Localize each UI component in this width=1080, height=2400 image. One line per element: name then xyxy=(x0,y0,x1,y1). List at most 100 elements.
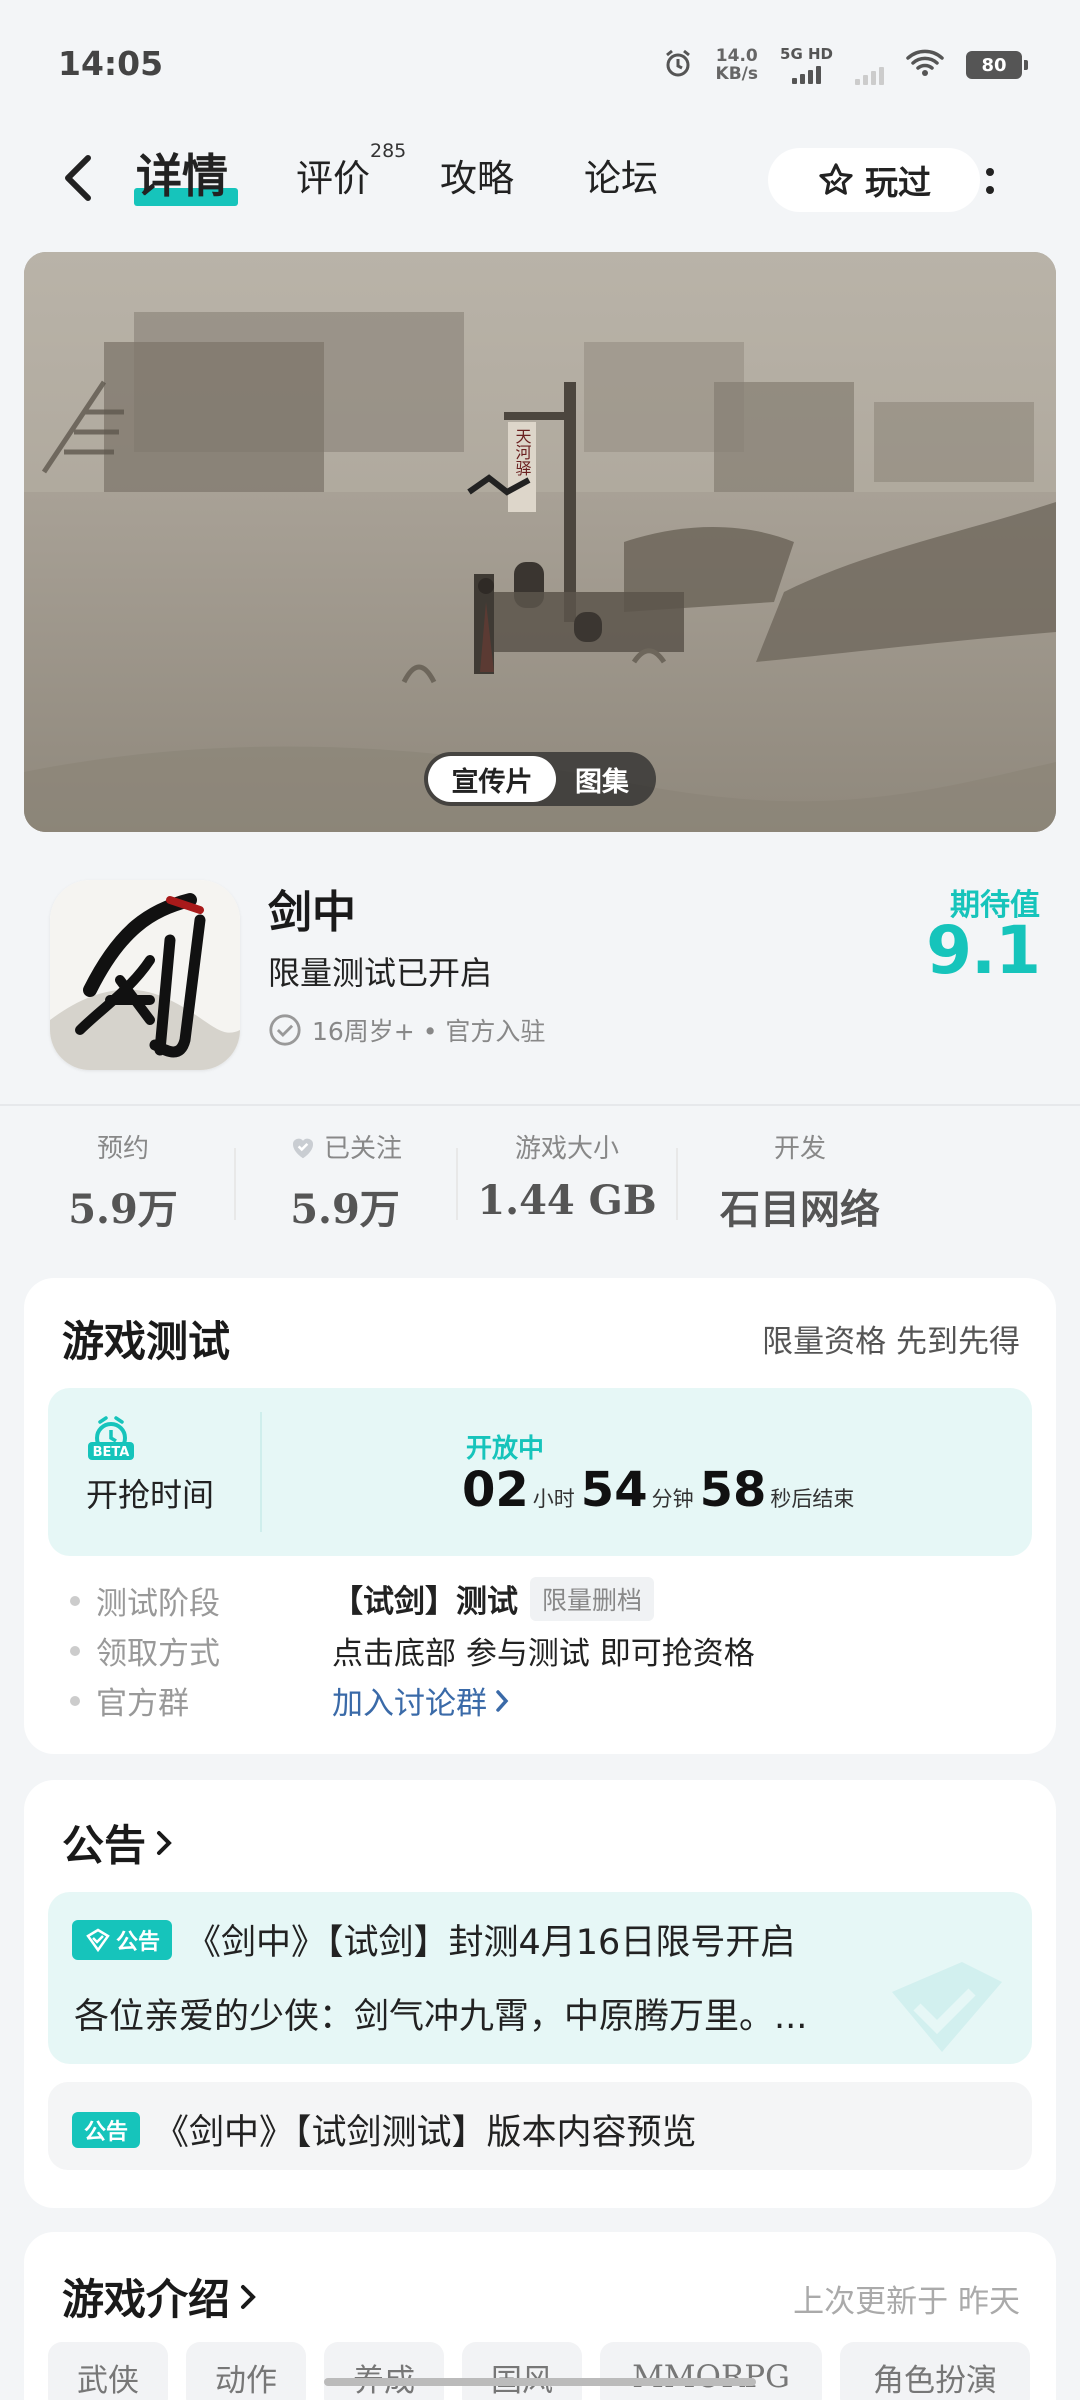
info-row-label: 测试阶段 xyxy=(70,1578,220,1623)
box-divider xyxy=(260,1412,262,1532)
notice-badge: 公告 xyxy=(72,1919,173,1960)
tab-details[interactable]: 详情 xyxy=(136,140,228,206)
signal-icon-2 xyxy=(855,63,884,85)
more-dot xyxy=(986,168,994,176)
status-icons: 14.0 KB/s 5G HD 80 xyxy=(662,42,1028,88)
played-label: 玩过 xyxy=(865,163,931,202)
bullet xyxy=(70,1695,80,1706)
tab-forum[interactable]: 论坛 xyxy=(584,148,658,202)
diamond-check-icon xyxy=(86,1928,110,1952)
claim-method-value: 点击底部 参与测试 即可抢资格 xyxy=(332,1636,755,1672)
notice-item-title: 《剑中》【试剑】封测4月16日限号开启 xyxy=(186,1923,796,1963)
chevron-right-icon xyxy=(496,1689,509,1712)
more-menu-button[interactable] xyxy=(980,158,1000,204)
home-indicator[interactable] xyxy=(324,2378,756,2386)
net-speed: 14.0 KB/s xyxy=(716,47,758,83)
heart-check-icon xyxy=(292,1138,313,1158)
stat-value: 5.9万 xyxy=(68,1186,178,1233)
game-scene-image: 天河驿 xyxy=(24,252,1056,832)
join-group-link[interactable]: 加入讨论群 xyxy=(332,1678,511,1723)
info-row-label: 领取方式 xyxy=(70,1628,220,1673)
played-button[interactable]: 玩过 xyxy=(768,148,980,212)
countdown-unit: 秒后结束 xyxy=(770,1487,855,1511)
test-phase-value: 【试剑】测试 限量删档 xyxy=(332,1576,655,1621)
notice-item-body: 各位亲爱的少侠：剑气冲九霄，中原腾万里。... xyxy=(74,1997,808,2037)
row-label: 领取方式 xyxy=(96,1636,220,1672)
game-app-icon xyxy=(50,880,240,1070)
toggle-gallery[interactable]: 图集 xyxy=(556,756,648,802)
more-dot xyxy=(986,186,994,194)
start-time-label: 开抢时间 xyxy=(86,1476,215,1514)
chevron-right-icon xyxy=(241,2284,256,2309)
bullet xyxy=(70,1595,80,1606)
net-speed-unit: KB/s xyxy=(715,64,759,84)
countdown-hours: 02 xyxy=(462,1462,529,1518)
intro-updated: 上次更新于 昨天 xyxy=(793,2284,1020,2320)
row-label: 官方群 xyxy=(96,1686,189,1722)
media-preview[interactable]: 天河驿 xyxy=(24,252,1056,832)
back-arrow-icon xyxy=(65,155,91,201)
genre-tag[interactable]: 动作 xyxy=(186,2342,306,2400)
beta-badge-text: BETA xyxy=(93,1445,130,1460)
stat-size: 游戏大小 1.44 GB xyxy=(462,1128,672,1224)
countdown-timer: 02 小时 54 分钟 58 秒后结束 xyxy=(462,1462,860,1518)
divider xyxy=(0,1104,1080,1106)
row-value: 【试剑】测试 xyxy=(332,1584,518,1620)
tab-guides[interactable]: 攻略 xyxy=(440,148,514,202)
row-label: 测试阶段 xyxy=(96,1586,220,1622)
notice-item-title: 《剑中》【试剑测试】版本内容预览 xyxy=(154,2113,697,2153)
stat-label-text: 已关注 xyxy=(323,1134,402,1164)
alarm-icon xyxy=(662,47,694,83)
game-logo-icon xyxy=(50,880,240,1070)
network-label: 5G HD xyxy=(780,45,833,63)
stat-label: 预约 xyxy=(96,1134,149,1164)
game-meta-text: 16周岁+ • 官方入驻 xyxy=(312,1017,546,1046)
notice-title[interactable]: 公告 xyxy=(62,1812,176,1873)
notice-item-featured[interactable]: 公告 《剑中》【试剑】封测4月16日限号开启 各位亲爱的少侠：剑气冲九霄，中原腾… xyxy=(48,1892,1032,2064)
media-toggle[interactable]: 宣传片 图集 xyxy=(424,752,656,806)
back-button[interactable] xyxy=(58,150,98,206)
genre-tag[interactable]: 角色扮演 xyxy=(840,2342,1030,2400)
notice-item-row: 公告 《剑中》【试剑测试】版本内容预览 xyxy=(72,2104,697,2155)
verified-check-icon xyxy=(269,1014,301,1046)
battery-icon: 80 xyxy=(966,51,1028,79)
scene-sign-char: 天河驿 xyxy=(513,428,532,476)
genre-tag[interactable]: 国风 xyxy=(462,2342,582,2400)
signal-icon xyxy=(792,62,821,84)
phase-tag: 限量删档 xyxy=(530,1576,655,1621)
stat-followers[interactable]: 已关注 5.9万 xyxy=(240,1128,450,1235)
toggle-video[interactable]: 宣传片 xyxy=(428,756,556,802)
genre-tag[interactable]: 武侠 xyxy=(48,2342,168,2400)
test-section-title: 游戏测试 xyxy=(62,1317,231,1366)
notice-title-text: 公告 xyxy=(62,1821,147,1870)
notice-item[interactable]: 公告 《剑中》【试剑测试】版本内容预览 xyxy=(48,2082,1032,2170)
test-section-note: 限量资格 先到先得 xyxy=(762,1324,1020,1360)
stat-divider xyxy=(676,1148,678,1220)
notice-item-header: 公告 《剑中》【试剑】封测4月16日限号开启 xyxy=(72,1914,795,1965)
notice-badge: 公告 xyxy=(72,2111,141,2148)
chevron-right-icon xyxy=(157,1830,172,1855)
info-row-label: 官方群 xyxy=(70,1678,189,1723)
badge-text: 公告 xyxy=(116,1929,161,1955)
countdown-minutes: 54 xyxy=(580,1462,648,1518)
stat-reservations: 预约 5.9万 xyxy=(18,1128,228,1235)
stat-developer[interactable]: 开发 石目网络 xyxy=(694,1128,906,1235)
beta-icon: BETA xyxy=(86,1414,136,1466)
open-status: 开放中 xyxy=(466,1434,545,1464)
countdown-unit: 小时 xyxy=(532,1487,575,1511)
tab-reviews[interactable]: 评价 xyxy=(296,148,370,202)
stat-value: 5.9万 xyxy=(290,1186,400,1233)
genre-tag[interactable]: 养成 xyxy=(324,2342,444,2400)
net-speed-value: 14.0 xyxy=(715,46,758,66)
intro-title[interactable]: 游戏介绍 xyxy=(62,2266,260,2327)
bullet xyxy=(70,1645,80,1656)
game-title: 剑中 xyxy=(268,887,356,938)
cellular-5g: 5G HD xyxy=(780,46,833,84)
stat-divider xyxy=(234,1148,236,1220)
game-subtitle: 限量测试已开启 xyxy=(268,954,493,992)
link-label: 加入讨论群 xyxy=(332,1686,487,1722)
countdown-unit: 分钟 xyxy=(651,1487,694,1511)
intro-title-text: 游戏介绍 xyxy=(62,2275,231,2324)
stat-label: 开发 xyxy=(773,1134,826,1164)
genre-tag[interactable]: MMORPG xyxy=(600,2342,822,2400)
